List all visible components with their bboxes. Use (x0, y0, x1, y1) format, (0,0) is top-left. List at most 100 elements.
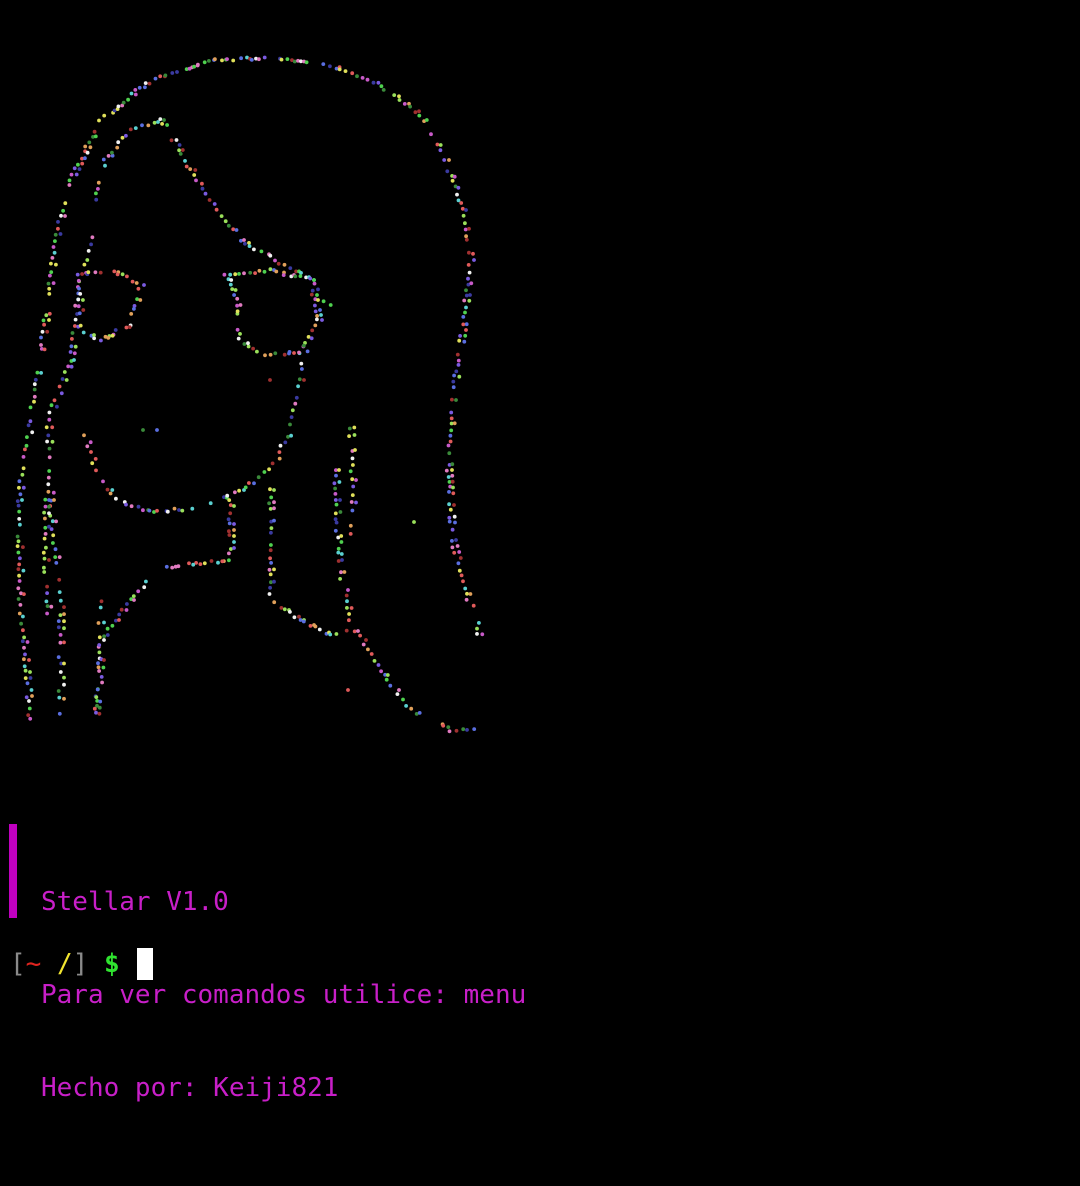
art-dot (17, 562, 22, 567)
art-dot (21, 545, 25, 549)
art-dot (262, 269, 267, 274)
art-dot (17, 485, 21, 490)
art-dot (358, 633, 362, 638)
art-dot (315, 317, 319, 322)
art-dot (81, 298, 85, 302)
art-dot (102, 658, 106, 662)
art-dot (81, 308, 86, 312)
art-dot (441, 723, 446, 728)
art-dot (42, 556, 47, 561)
art-dot (417, 711, 422, 715)
art-dot (336, 550, 341, 555)
art-dot (282, 607, 287, 612)
art-dot (25, 435, 29, 439)
art-dot (251, 346, 256, 351)
art-dot (321, 62, 326, 66)
art-dot (63, 201, 68, 206)
art-dot (56, 220, 60, 224)
art-dot (124, 608, 129, 612)
art-dot (128, 127, 133, 132)
art-dot (97, 635, 102, 640)
art-dot (450, 462, 455, 467)
art-dot (90, 235, 95, 240)
art-dot (457, 568, 462, 573)
art-dot (88, 440, 93, 445)
art-dot (90, 461, 95, 466)
art-dot (457, 550, 462, 554)
art-dot (117, 618, 121, 622)
art-dot (333, 528, 338, 533)
art-dot (450, 545, 455, 550)
art-dot (450, 468, 454, 472)
art-dot (97, 650, 102, 655)
art-dot (350, 71, 355, 76)
art-dot (354, 478, 358, 482)
art-dot (477, 621, 481, 625)
art-dot (448, 433, 453, 438)
art-dot (348, 523, 353, 528)
art-dot (450, 397, 454, 402)
art-dot (102, 634, 106, 639)
art-dot (202, 60, 207, 65)
art-dot (76, 278, 81, 283)
art-dot (388, 683, 393, 688)
art-dot (75, 272, 80, 277)
art-dot (143, 85, 147, 90)
art-dot (49, 270, 54, 274)
art-dot (243, 485, 248, 490)
art-dot (42, 570, 47, 574)
art-dot (454, 728, 459, 733)
art-dot (124, 325, 129, 330)
art-dot (21, 455, 26, 459)
art-dot (83, 144, 88, 149)
art-dot (51, 490, 56, 495)
art-dot (447, 502, 451, 507)
art-dot (464, 322, 469, 327)
art-dot (76, 297, 81, 302)
art-dot (18, 556, 22, 561)
art-dot (56, 625, 61, 630)
art-dot (252, 481, 256, 486)
art-dot (347, 426, 352, 431)
art-dot (47, 469, 52, 473)
art-dot (227, 521, 232, 526)
art-dot (44, 599, 49, 604)
art-dot (58, 598, 63, 603)
art-dot (155, 508, 159, 513)
art-dot (342, 570, 347, 574)
art-dot (22, 592, 26, 596)
art-dot (46, 475, 51, 480)
art-dot (137, 85, 142, 90)
art-dot (279, 606, 284, 610)
command-prompt[interactable]: [~ /] $ (10, 946, 154, 982)
art-dot (69, 344, 74, 349)
art-dot (20, 498, 24, 502)
art-dot (466, 276, 470, 281)
art-dot (99, 599, 104, 604)
art-dot (463, 333, 468, 338)
art-dot (160, 122, 165, 126)
art-dot (455, 352, 460, 357)
art-dot (200, 181, 204, 186)
art-dot (173, 564, 178, 569)
art-dot (300, 367, 304, 371)
art-dot (464, 237, 469, 242)
art-dot (188, 167, 193, 172)
art-dot (227, 529, 231, 534)
art-dot (348, 469, 353, 474)
art-dot (39, 371, 43, 375)
art-dot (51, 281, 56, 285)
text-cursor[interactable] (137, 948, 154, 980)
art-dot (381, 88, 386, 92)
art-dot (120, 135, 125, 140)
art-dot (247, 481, 251, 485)
art-dot (409, 706, 414, 711)
art-dot (317, 627, 322, 632)
art-dot (23, 447, 27, 452)
art-dot (22, 664, 27, 669)
art-dot (40, 329, 45, 334)
art-dot (62, 696, 66, 701)
prompt-close-bracket: ] (72, 949, 89, 979)
art-dot (77, 286, 81, 291)
art-dot (69, 172, 74, 177)
